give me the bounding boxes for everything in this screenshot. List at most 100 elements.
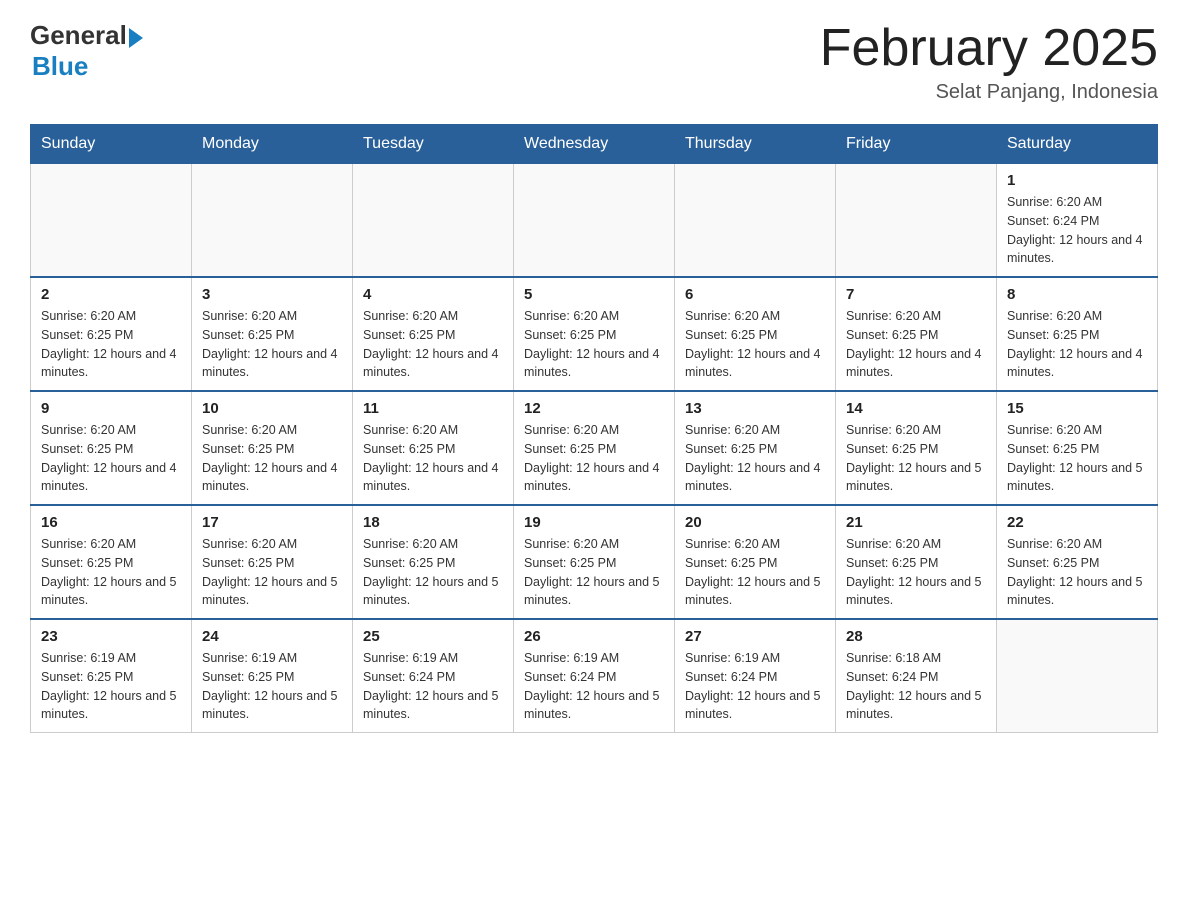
calendar-cell: 12 Sunrise: 6:20 AMSunset: 6:25 PMDayligh… [514,391,675,505]
calendar-cell: 13 Sunrise: 6:20 AMSunset: 6:25 PMDayligh… [675,391,836,505]
calendar-cell: 9 Sunrise: 6:20 AMSunset: 6:25 PMDaylight… [31,391,192,505]
page-header: General Blue February 2025 Selat Panjang… [30,20,1158,104]
calendar-cell: 10Sunrise: 6:20 AMSunset: 6:25 PMDayligh… [192,391,353,505]
day-number: 6 [685,286,825,303]
calendar-cell: 1 Sunrise: 6:20 AMSunset: 6:24 PMDaylight… [997,164,1158,278]
day-number: 15 [1007,400,1147,417]
day-number: 18 [363,514,503,531]
day-info: Sunrise: 6:20 AMSunset: 6:24 PMDaylight:… [1007,193,1147,268]
calendar-cell: 27Sunrise: 6:19 AMSunset: 6:24 PMDayligh… [675,619,836,733]
day-number: 3 [202,286,342,303]
calendar-cell: 22 Sunrise: 6:20 AMSunset: 6:25 PMDayligh… [997,505,1158,619]
calendar-cell [675,164,836,278]
logo-arrow-icon [129,28,143,48]
day-info: Sunrise: 6:20 AMSunset: 6:25 PMDaylight:… [685,307,825,382]
day-header-saturday: Saturday [997,125,1158,164]
day-info: Sunrise: 6:20 AMSunset: 6:25 PMDaylight:… [846,421,986,496]
day-number: 25 [363,628,503,645]
month-title: February 2025 [820,20,1158,77]
day-info: Sunrise: 6:20 AMSunset: 6:25 PMDaylight:… [363,421,503,496]
calendar-cell: 18 Sunrise: 6:20 AMSunset: 6:25 PMDayligh… [353,505,514,619]
day-header-friday: Friday [836,125,997,164]
day-number: 22 [1007,514,1147,531]
calendar-header-row: SundayMondayTuesdayWednesdayThursdayFrid… [31,125,1158,164]
day-number: 7 [846,286,986,303]
day-number: 24 [202,628,342,645]
calendar-cell [836,164,997,278]
day-info: Sunrise: 6:19 AMSunset: 6:25 PMDaylight:… [202,649,342,724]
calendar-cell: 28Sunrise: 6:18 AMSunset: 6:24 PMDayligh… [836,619,997,733]
day-info: Sunrise: 6:20 AMSunset: 6:25 PMDaylight:… [41,421,181,496]
calendar-cell: 2 Sunrise: 6:20 AMSunset: 6:25 PMDaylight… [31,277,192,391]
calendar-cell: 7 Sunrise: 6:20 AMSunset: 6:25 PMDaylight… [836,277,997,391]
calendar-week-row: 1 Sunrise: 6:20 AMSunset: 6:24 PMDaylight… [31,164,1158,278]
day-number: 13 [685,400,825,417]
day-number: 26 [524,628,664,645]
day-number: 19 [524,514,664,531]
day-number: 9 [41,400,181,417]
calendar-cell [997,619,1158,733]
day-number: 20 [685,514,825,531]
day-number: 5 [524,286,664,303]
calendar-week-row: 23 Sunrise: 6:19 AMSunset: 6:25 PMDayligh… [31,619,1158,733]
day-info: Sunrise: 6:19 AMSunset: 6:24 PMDaylight:… [363,649,503,724]
day-info: Sunrise: 6:19 AMSunset: 6:24 PMDaylight:… [685,649,825,724]
calendar-cell: 15 Sunrise: 6:20 AMSunset: 6:25 PMDayligh… [997,391,1158,505]
day-info: Sunrise: 6:20 AMSunset: 6:25 PMDaylight:… [685,421,825,496]
day-number: 21 [846,514,986,531]
calendar-cell: 6 Sunrise: 6:20 AMSunset: 6:25 PMDaylight… [675,277,836,391]
calendar-cell [192,164,353,278]
calendar-cell: 5Sunrise: 6:20 AMSunset: 6:25 PMDaylight… [514,277,675,391]
day-info: Sunrise: 6:20 AMSunset: 6:25 PMDaylight:… [846,307,986,382]
day-number: 16 [41,514,181,531]
day-info: Sunrise: 6:20 AMSunset: 6:25 PMDaylight:… [685,535,825,610]
logo-blue-text: Blue [32,51,88,82]
day-info: Sunrise: 6:19 AMSunset: 6:24 PMDaylight:… [524,649,664,724]
calendar-cell: 23 Sunrise: 6:19 AMSunset: 6:25 PMDayligh… [31,619,192,733]
day-number: 12 [524,400,664,417]
calendar-cell: 3Sunrise: 6:20 AMSunset: 6:25 PMDaylight… [192,277,353,391]
day-header-thursday: Thursday [675,125,836,164]
day-info: Sunrise: 6:20 AMSunset: 6:25 PMDaylight:… [1007,307,1147,382]
day-number: 23 [41,628,181,645]
location: Selat Panjang, Indonesia [820,81,1158,104]
day-number: 1 [1007,172,1147,189]
calendar-week-row: 16 Sunrise: 6:20 AMSunset: 6:25 PMDayligh… [31,505,1158,619]
day-number: 14 [846,400,986,417]
title-block: February 2025 Selat Panjang, Indonesia [820,20,1158,104]
day-info: Sunrise: 6:20 AMSunset: 6:25 PMDaylight:… [1007,535,1147,610]
day-header-sunday: Sunday [31,125,192,164]
day-header-wednesday: Wednesday [514,125,675,164]
calendar-cell [353,164,514,278]
calendar-cell: 16 Sunrise: 6:20 AMSunset: 6:25 PMDayligh… [31,505,192,619]
day-number: 28 [846,628,986,645]
day-info: Sunrise: 6:19 AMSunset: 6:25 PMDaylight:… [41,649,181,724]
day-info: Sunrise: 6:20 AMSunset: 6:25 PMDaylight:… [41,535,181,610]
calendar-table: SundayMondayTuesdayWednesdayThursdayFrid… [30,124,1158,733]
day-number: 4 [363,286,503,303]
day-header-monday: Monday [192,125,353,164]
day-number: 2 [41,286,181,303]
day-info: Sunrise: 6:20 AMSunset: 6:25 PMDaylight:… [202,421,342,496]
calendar-cell [514,164,675,278]
day-info: Sunrise: 6:20 AMSunset: 6:25 PMDaylight:… [1007,421,1147,496]
day-info: Sunrise: 6:20 AMSunset: 6:25 PMDaylight:… [363,535,503,610]
day-number: 17 [202,514,342,531]
calendar-cell: 25 Sunrise: 6:19 AMSunset: 6:24 PMDayligh… [353,619,514,733]
day-info: Sunrise: 6:20 AMSunset: 6:25 PMDaylight:… [363,307,503,382]
calendar-cell: 11 Sunrise: 6:20 AMSunset: 6:25 PMDayligh… [353,391,514,505]
calendar-cell: 17 Sunrise: 6:20 AMSunset: 6:25 PMDayligh… [192,505,353,619]
calendar-week-row: 9 Sunrise: 6:20 AMSunset: 6:25 PMDaylight… [31,391,1158,505]
calendar-cell: 26 Sunrise: 6:19 AMSunset: 6:24 PMDayligh… [514,619,675,733]
day-number: 8 [1007,286,1147,303]
day-number: 11 [363,400,503,417]
calendar-cell: 20 Sunrise: 6:20 AMSunset: 6:25 PMDayligh… [675,505,836,619]
day-info: Sunrise: 6:20 AMSunset: 6:25 PMDaylight:… [202,535,342,610]
calendar-cell: 4 Sunrise: 6:20 AMSunset: 6:25 PMDaylight… [353,277,514,391]
day-info: Sunrise: 6:20 AMSunset: 6:25 PMDaylight:… [41,307,181,382]
calendar-cell [31,164,192,278]
day-header-tuesday: Tuesday [353,125,514,164]
logo: General Blue [30,20,143,82]
day-info: Sunrise: 6:20 AMSunset: 6:25 PMDaylight:… [524,421,664,496]
day-info: Sunrise: 6:20 AMSunset: 6:25 PMDaylight:… [524,535,664,610]
